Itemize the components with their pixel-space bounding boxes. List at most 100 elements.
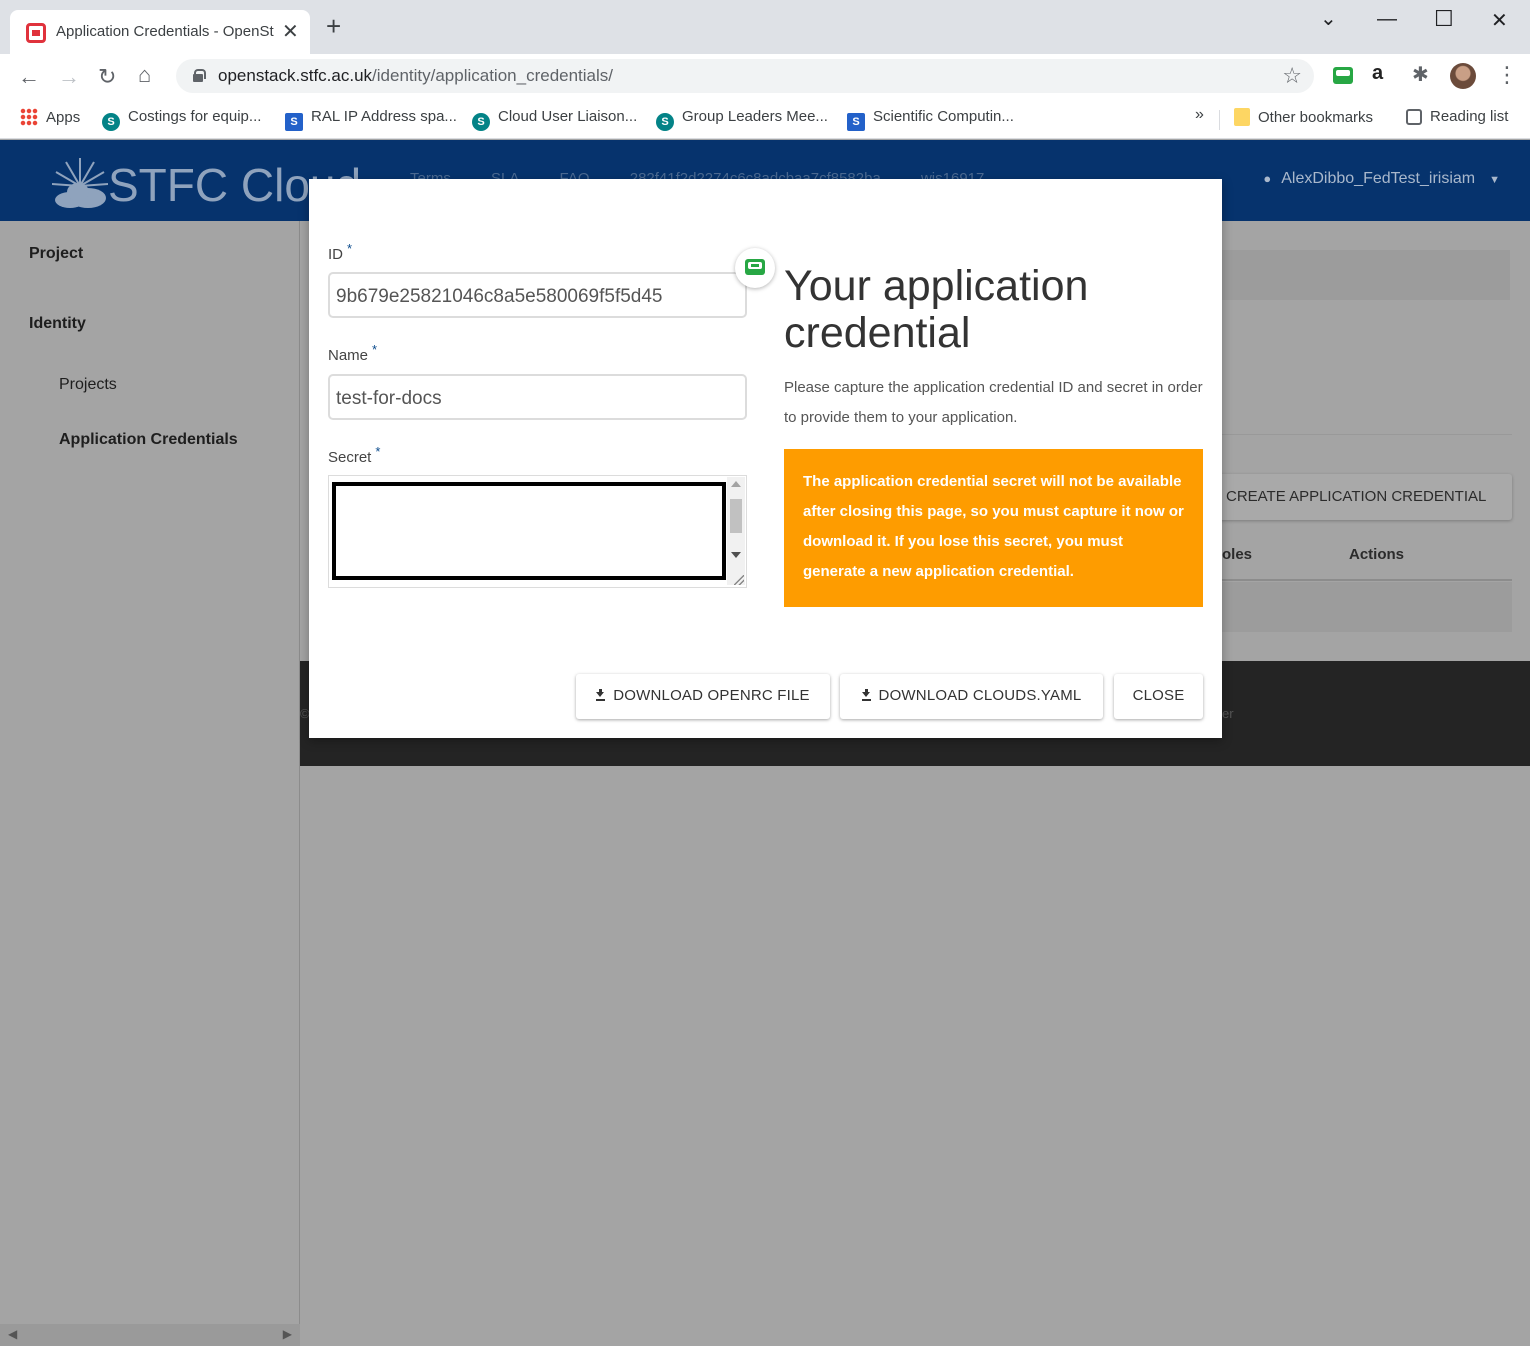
download-icon: [596, 689, 606, 701]
footer-link[interactable]: er: [1222, 706, 1234, 721]
bitwarden-autofill-icon[interactable]: [735, 248, 775, 288]
sidebar-item-identity[interactable]: Identity: [29, 315, 86, 333]
url-path: /identity/application_credentials/: [372, 66, 614, 85]
download-icon: [861, 689, 871, 701]
sharepoint-icon: S: [472, 113, 490, 131]
name-label-text: Name: [328, 347, 369, 364]
user-name: AlexDibbo_FedTest_irisiam: [1281, 170, 1476, 187]
sidebar-item-application-credentials[interactable]: Application Credentials: [59, 431, 238, 449]
modal-description: Please capture the application credentia…: [784, 379, 1203, 426]
bookmark-cloud-user-liaison[interactable]: S Cloud User Liaison...: [472, 108, 637, 131]
close-button[interactable]: CLOSE: [1114, 674, 1203, 719]
download-clouds-label: DOWNLOAD CLOUDS.YAML: [878, 687, 1082, 704]
reading-list[interactable]: Reading list: [1406, 108, 1508, 125]
download-clouds-yaml-button[interactable]: DOWNLOAD CLOUDS.YAML: [840, 674, 1103, 719]
other-bookmarks[interactable]: Other bookmarks: [1234, 108, 1373, 126]
secret-textarea[interactable]: [328, 475, 747, 588]
apps-grid-icon: [20, 108, 38, 126]
sidebar: Project Identity Projects Application Cr…: [0, 221, 300, 1346]
forward-icon[interactable]: →: [58, 64, 80, 90]
back-icon[interactable]: ←: [18, 64, 40, 90]
secret-redacted-box[interactable]: [332, 482, 726, 580]
close-window-icon[interactable]: ✕: [1491, 8, 1508, 33]
resize-handle-icon[interactable]: [734, 575, 744, 585]
bookmarks-bar: Apps S Costings for equip... S RAL IP Addr…: [0, 100, 1530, 139]
openstack-favicon-icon: [26, 23, 46, 43]
scroll-thumb[interactable]: [730, 499, 742, 533]
browser-tab[interactable]: Application Credentials - OpenSt ✕: [10, 10, 310, 54]
extensions-puzzle-icon[interactable]: ✱: [1412, 62, 1436, 86]
table-row: [1222, 582, 1512, 632]
table-header-divider: [1222, 579, 1512, 581]
required-mark: *: [375, 444, 381, 459]
id-label: ID *: [328, 241, 352, 263]
bookmark-label: Group Leaders Mee...: [682, 108, 828, 125]
sidebar-item-project[interactable]: Project: [29, 245, 83, 263]
stfc-cloud-logo-icon: [52, 158, 108, 208]
secret-label: Secret *: [328, 444, 380, 466]
profile-avatar[interactable]: [1450, 63, 1476, 89]
amazon-extension-icon[interactable]: a: [1372, 62, 1396, 86]
download-openrc-label: DOWNLOAD OPENRC FILE: [613, 687, 810, 704]
id-label-text: ID: [328, 246, 343, 263]
bookmark-group-leaders[interactable]: S Group Leaders Mee...: [656, 108, 828, 131]
scroll-left-icon[interactable]: ◀: [8, 1327, 17, 1341]
tab-title: Application Credentials - OpenSt: [56, 23, 274, 40]
tab-close-icon[interactable]: ✕: [282, 19, 299, 44]
tab-search-chevron-icon[interactable]: ⌄: [1320, 6, 1337, 31]
minimize-icon[interactable]: —: [1377, 8, 1397, 31]
required-mark: *: [372, 342, 378, 357]
bookmark-star-icon[interactable]: ☆: [1282, 63, 1302, 89]
url-host: openstack.stfc.ac.uk: [218, 66, 373, 85]
breadcrumb-bar: [1222, 250, 1510, 300]
bitwarden-glyph: [745, 259, 765, 275]
required-mark: *: [347, 241, 353, 256]
browser-toolbar: ← → ↻ ⌂ openstack.stfc.ac.uk/identity/ap…: [0, 54, 1530, 100]
folder-icon: [1234, 108, 1250, 126]
sharepoint-icon: S: [847, 113, 865, 131]
column-header-roles: oles: [1222, 546, 1253, 563]
bookmarks-divider: [1219, 110, 1220, 130]
other-bookmarks-label: Other bookmarks: [1258, 109, 1374, 126]
bookmark-label: Scientific Computin...: [873, 108, 1014, 125]
reading-list-icon: [1406, 109, 1422, 125]
chevron-down-icon: ▼: [1489, 174, 1500, 186]
sidebar-item-projects[interactable]: Projects: [59, 376, 117, 394]
bookmark-scientific-computing[interactable]: S Scientific Computin...: [847, 108, 1014, 131]
browser-tab-strip: Application Credentials - OpenSt ✕ + ⌄ —…: [0, 0, 1530, 54]
name-field[interactable]: test-for-docs: [328, 374, 747, 420]
bookmark-apps[interactable]: Apps: [20, 108, 80, 126]
user-menu[interactable]: ● AlexDibbo_FedTest_irisiam ▼: [1263, 170, 1500, 188]
sharepoint-icon: S: [656, 113, 674, 131]
secret-warning-alert: The application credential secret will n…: [784, 449, 1203, 607]
create-application-credential-button[interactable]: CREATE APPLICATION CREDENTIAL: [1212, 474, 1512, 520]
bookmark-label: Costings for equip...: [128, 108, 262, 125]
address-bar[interactable]: openstack.stfc.ac.uk/identity/applicatio…: [176, 59, 1314, 93]
maximize-icon[interactable]: ☐: [1434, 6, 1454, 32]
name-label: Name *: [328, 342, 377, 364]
reading-list-label: Reading list: [1430, 108, 1509, 125]
home-icon[interactable]: ⌂: [138, 62, 151, 88]
scroll-down-icon[interactable]: [731, 552, 741, 558]
bitwarden-extension-icon[interactable]: [1331, 64, 1355, 88]
user-icon: ●: [1263, 171, 1272, 186]
sharepoint-icon: S: [285, 113, 303, 131]
column-header-actions: Actions: [1349, 546, 1405, 563]
bookmark-costings[interactable]: S Costings for equip...: [102, 108, 261, 131]
download-openrc-button[interactable]: DOWNLOAD OPENRC FILE: [576, 674, 830, 719]
id-field[interactable]: 9b679e25821046c8a5e580069f5f5d45: [328, 272, 747, 318]
bookmark-ral-ip[interactable]: S RAL IP Address spa...: [285, 108, 457, 131]
bookmarks-overflow-icon[interactable]: »: [1195, 106, 1204, 124]
lock-icon[interactable]: [193, 69, 206, 82]
reload-icon[interactable]: ↻: [98, 64, 116, 90]
modal-title: Your application credential: [784, 262, 1089, 357]
secret-scrollbar[interactable]: [727, 477, 745, 585]
scroll-right-icon[interactable]: ▶: [283, 1327, 292, 1341]
divider: [1222, 434, 1512, 435]
browser-menu-icon[interactable]: ⋮: [1496, 62, 1518, 88]
new-tab-icon[interactable]: +: [326, 13, 341, 39]
bookmark-label: Cloud User Liaison...: [498, 108, 638, 125]
url-text: openstack.stfc.ac.uk/identity/applicatio…: [218, 66, 613, 86]
scroll-up-icon[interactable]: [731, 481, 741, 487]
sidebar-horizontal-scrollbar[interactable]: ◀ ▶: [0, 1324, 300, 1346]
